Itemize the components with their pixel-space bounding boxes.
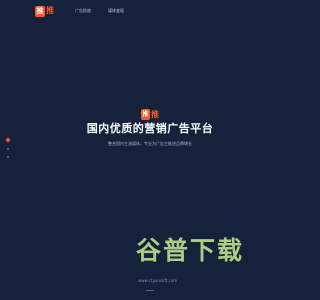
watermark-url: www.ctyunsoft.com <box>138 278 178 283</box>
section-pager <box>6 138 10 160</box>
brand-name[interactable]: 推 <box>46 5 54 17</box>
pager-dot[interactable] <box>7 148 9 150</box>
brand-logo-icon[interactable]: 推 <box>35 6 45 17</box>
scroll-down-icon[interactable] <box>146 287 154 291</box>
page: 推 推 广告投放 媒体变现 推 推 国内优质的营销广告平台 整合国内主流媒体，专… <box>0 0 300 300</box>
top-navigation: 推 推 广告投放 媒体变现 <box>0 0 300 30</box>
hero-logo-glyph: 推 <box>142 111 149 118</box>
hero-logo-text: 推 <box>151 110 159 119</box>
pager-dot[interactable] <box>7 156 9 158</box>
pager-dot-active[interactable] <box>6 138 10 142</box>
watermark-logo: 谷普下载 <box>135 236 244 265</box>
nav-item-ad-delivery[interactable]: 广告投放 <box>75 8 91 14</box>
hero-title: 国内优质的营销广告平台 <box>86 122 214 135</box>
hero-logo: 推 推 <box>141 108 159 122</box>
nav-item-media-monetization[interactable]: 媒体变现 <box>108 8 124 14</box>
brand-logo-glyph: 推 <box>36 7 44 15</box>
hero-subtitle: 整合国内主流媒体，专业为广告主推进品牌增长 <box>108 141 192 146</box>
